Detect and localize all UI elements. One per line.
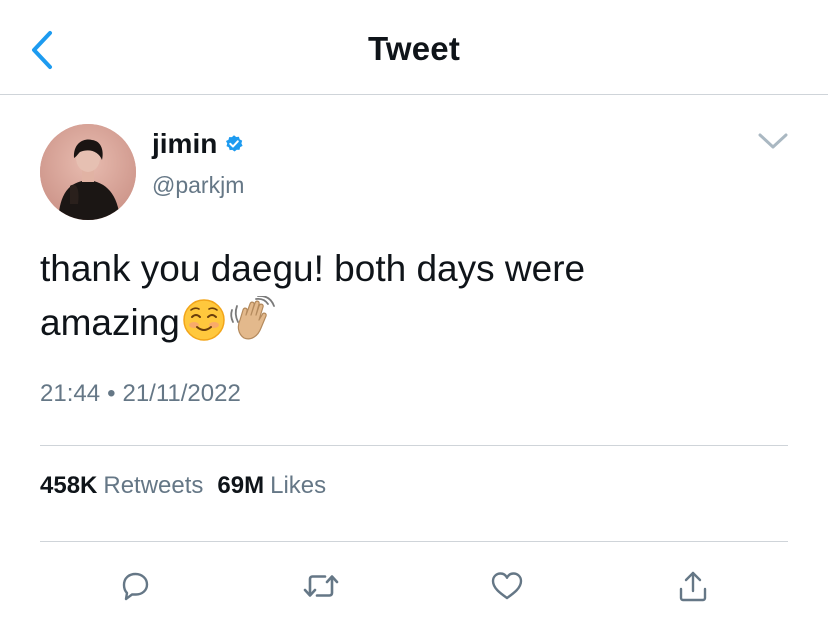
share-button[interactable] [668,562,718,610]
tweet-text: thank you daegu! both days were amazing [40,242,800,350]
more-options-button[interactable] [750,124,796,158]
page-title: Tweet [367,30,461,67]
author-handle[interactable]: @parkjm [152,172,244,199]
meta-separator: • [107,380,116,407]
retweets-count: 458K [40,472,98,499]
retweet-button[interactable] [296,562,346,610]
smiling-face-emoji [183,299,225,341]
divider [40,541,788,542]
retweet-icon [303,575,339,597]
action-bar [0,562,828,612]
likes-count: 69M [217,472,265,499]
avatar[interactable] [40,124,136,220]
divider [40,445,788,446]
heart-icon [491,572,523,600]
like-button[interactable] [482,562,532,610]
tweet-text-line-2: amazing [40,296,800,350]
tweet-timestamp[interactable]: 21:44 • 21/11/2022 [40,380,241,408]
retweets-stat[interactable]: 458K Retweets [40,472,203,500]
waving-hand-emoji [230,296,275,340]
tweet-time: 21:44 [40,380,101,407]
engagement-stats: 458K Retweets 69M Likes [40,472,340,500]
likes-label: Likes [270,472,327,499]
retweets-label: Retweets [103,472,204,499]
tweet-date: 21/11/2022 [122,380,241,407]
reply-icon [122,572,149,601]
top-bar: Tweet [0,0,828,95]
reply-button[interactable] [110,562,160,610]
verified-badge-icon [224,134,244,154]
avatar-photo [40,124,136,220]
author-display-name: jimin [152,128,218,159]
tweet-text-line-1: thank you daegu! both days were [40,248,586,289]
tweet-text-line-2-word: amazing [40,302,180,343]
likes-stat[interactable]: 69M Likes [217,472,326,500]
author-name-row[interactable]: jimin [152,128,244,160]
share-icon [679,571,707,602]
chevron-down-icon [758,133,788,149]
